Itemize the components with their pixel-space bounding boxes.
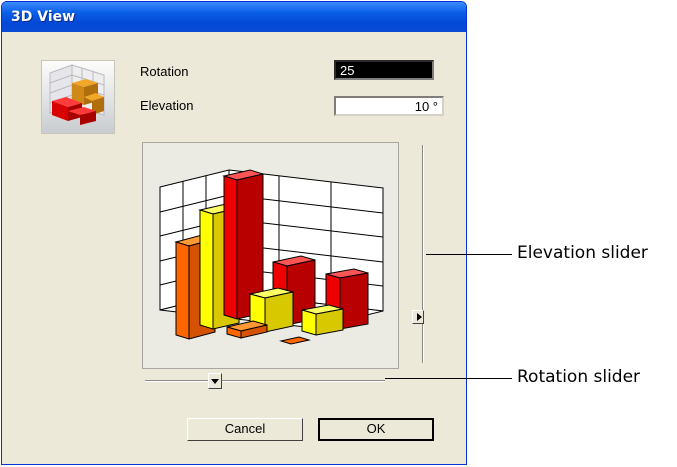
- rotation-label: Rotation: [140, 64, 189, 79]
- rotation-slider-track: [145, 380, 385, 382]
- rotation-field[interactable]: 25: [334, 60, 434, 80]
- title-bar[interactable]: 3D View: [2, 2, 466, 32]
- rotation-slider-thumb[interactable]: [208, 373, 222, 389]
- 3d-chart-preview-icon: [41, 60, 115, 134]
- rotation-callout-line: [385, 378, 512, 379]
- elevation-slider-track: [422, 145, 424, 363]
- elevation-field[interactable]: 10 °: [334, 96, 444, 116]
- elevation-callout: Elevation slider: [517, 243, 648, 263]
- ok-button[interactable]: OK: [318, 418, 434, 441]
- rotation-slider[interactable]: [145, 372, 385, 392]
- 3d-chart-preview: [142, 142, 399, 369]
- elevation-label: Elevation: [140, 98, 194, 113]
- window-title: 3D View: [11, 9, 76, 25]
- 3d-view-dialog: 3D View Rotation 25 Elevation 10 ° Cance…: [1, 1, 467, 465]
- elevation-callout-line: [426, 254, 512, 255]
- slider-thumb-arrow-icon: [211, 379, 219, 384]
- rotation-callout: Rotation slider: [517, 367, 641, 387]
- slider-thumb-arrow-icon: [417, 313, 422, 321]
- cancel-button[interactable]: Cancel: [187, 418, 303, 441]
- elevation-slider-thumb[interactable]: [412, 310, 424, 324]
